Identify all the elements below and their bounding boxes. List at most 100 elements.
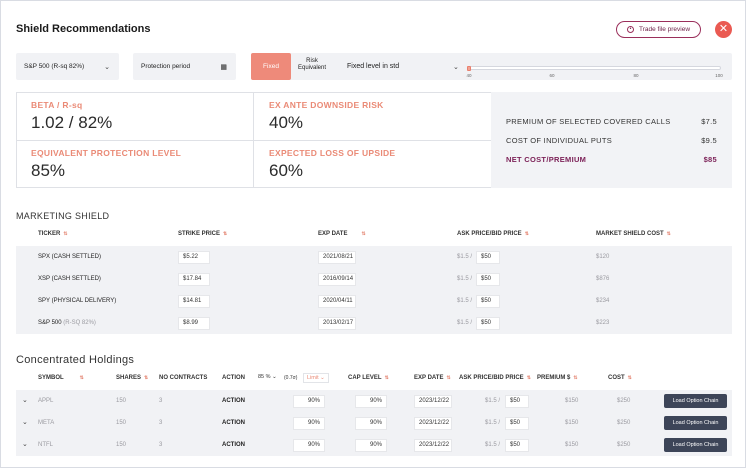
- cap-level-input[interactable]: 90%: [355, 439, 387, 452]
- chevron-down-icon[interactable]: ⌄: [453, 63, 459, 71]
- ticker-cell: XSP (CASH SETTLED): [38, 276, 101, 282]
- beta-label: BETA / R-sq: [31, 100, 83, 110]
- column-header[interactable]: PREMIUM $ ⇅: [537, 375, 578, 381]
- sort-icon: ⇅: [223, 231, 228, 237]
- expand-chevron-icon[interactable]: ⌄: [22, 440, 28, 448]
- shield-recommendations-panel: Shield Recommendations • Trade file prev…: [0, 0, 746, 468]
- strike-input[interactable]: $14.81: [178, 295, 210, 308]
- cost-cell: $250: [617, 420, 631, 426]
- index-select[interactable]: S&P 500 (R-sq 82%) ⌄: [16, 53, 119, 80]
- bid-input[interactable]: $50: [476, 251, 500, 264]
- exp-date-input[interactable]: 2020/04/11: [318, 295, 356, 308]
- ticker-cell: S&P 500 (R-SQ 82%): [38, 320, 96, 326]
- action-cell: ACTION: [222, 442, 245, 448]
- trade-file-preview-button[interactable]: • Trade file preview: [616, 21, 701, 38]
- bid-input[interactable]: $50: [476, 273, 500, 286]
- slider-tick: 100: [715, 73, 723, 78]
- column-header[interactable]: CAP LEVEL ⇅: [348, 375, 389, 381]
- column-header[interactable]: STRIKE PRICE ⇅: [178, 231, 227, 237]
- shield-cost: $876: [596, 276, 610, 282]
- sort-icon: ⇅: [446, 375, 451, 381]
- column-header[interactable]: EXP DATE ⇅: [318, 231, 366, 237]
- column-header: ACTION: [222, 375, 245, 381]
- action-cell: ACTION: [222, 398, 245, 404]
- ask-price: $1.5 /: [457, 254, 473, 260]
- downside-risk-value: 40%: [269, 113, 304, 132]
- ask-price: $1.5 /: [485, 420, 501, 426]
- ask-price: $1.5 /: [457, 298, 473, 304]
- column-header[interactable]: SYMBOL ⇅: [38, 375, 84, 381]
- protection-period-label: Protection period: [141, 63, 191, 70]
- column-header[interactable]: EXP DATE ⇅: [414, 375, 451, 381]
- bid-input[interactable]: $50: [505, 417, 529, 430]
- expand-chevron-icon[interactable]: ⌄: [22, 396, 28, 404]
- column-header[interactable]: TICKER ⇅: [38, 231, 68, 237]
- sort-icon: ⇅: [573, 375, 578, 381]
- sort-icon: ⇅: [627, 375, 632, 381]
- action-percent-input[interactable]: 90%: [293, 417, 325, 430]
- exp-date-input[interactable]: 2023/12/22: [414, 395, 452, 408]
- bid-input[interactable]: $50: [476, 317, 500, 330]
- bid-input[interactable]: $50: [505, 395, 529, 408]
- slider-tick: 60: [549, 73, 555, 78]
- sort-icon: ⇅: [63, 231, 68, 237]
- trade-file-preview-label: Trade file preview: [638, 26, 691, 33]
- cap-level-input[interactable]: 90%: [355, 417, 387, 430]
- sort-icon: ⇅: [361, 231, 366, 237]
- downside-risk-label: EX ANTE DOWNSIDE RISK: [269, 100, 384, 110]
- protection-period-input[interactable]: Protection period ▦: [133, 53, 236, 80]
- sort-icon: ⇅: [526, 375, 531, 381]
- premium-cell: $150: [565, 420, 579, 426]
- exp-date-input[interactable]: 2023/12/22: [414, 417, 452, 430]
- bid-input[interactable]: $50: [476, 295, 500, 308]
- action-percent-select[interactable]: 85 % ⌄: [258, 374, 277, 380]
- column-header[interactable]: ASK PRICE/BID PRICE ⇅: [459, 375, 531, 381]
- risk-select-value[interactable]: Fixed level in std: [347, 63, 399, 70]
- exp-date-input[interactable]: 2023/12/22: [414, 439, 452, 452]
- action-cell: ACTION: [222, 420, 245, 426]
- net-cost-row: NET COST/PREMIUM $85: [506, 155, 717, 164]
- load-option-chain-button[interactable]: Load Option Chain: [664, 416, 727, 430]
- loss-upside-value: 60%: [269, 161, 304, 180]
- column-header: NO CONTRACTS: [159, 375, 208, 381]
- ask-price: $1.5 /: [457, 320, 473, 326]
- limit-select[interactable]: Limit ⌄: [303, 373, 329, 383]
- close-button[interactable]: ✕: [715, 21, 732, 38]
- column-header[interactable]: SHARES ⇅: [116, 375, 148, 381]
- load-option-chain-button[interactable]: Load Option Chain: [664, 394, 727, 408]
- exp-date-input[interactable]: 2013/02/17: [318, 317, 356, 330]
- risk-slider[interactable]: [467, 66, 721, 71]
- fixed-toggle-button[interactable]: Fixed: [251, 53, 291, 80]
- action-percent-input[interactable]: 90%: [293, 395, 325, 408]
- index-select-value: S&P 500 (R-sq 82%): [24, 63, 85, 70]
- ticker-cell: SPY (PHYSICAL DELIVERY): [38, 298, 117, 304]
- strike-input[interactable]: $8.99: [178, 317, 210, 330]
- exp-date-input[interactable]: 2021/08/21: [318, 251, 356, 264]
- shield-cost: $120: [596, 254, 610, 260]
- risk-slider-ticks: 40 60 80 100: [466, 73, 724, 79]
- ask-price: $1.5 /: [457, 276, 473, 282]
- risk-slider-thumb[interactable]: [467, 66, 471, 71]
- contracts-cell: 3: [159, 420, 163, 426]
- load-option-chain-button[interactable]: Load Option Chain: [664, 438, 727, 452]
- contracts-cell: 3: [159, 398, 163, 404]
- bid-input[interactable]: $50: [505, 439, 529, 452]
- exp-date-input[interactable]: 2016/09/14: [318, 273, 356, 286]
- cost-cell: $250: [617, 442, 631, 448]
- action-percent-input[interactable]: 90%: [293, 439, 325, 452]
- risk-control-bar: Fixed Risk Equivalent Fixed level in std…: [251, 53, 732, 80]
- cost-row: COST OF INDIVIDUAL PUTS $9.5: [506, 136, 717, 145]
- shares-cell: 150: [116, 398, 127, 404]
- risk-equivalent-toggle[interactable]: Risk Equivalent: [294, 58, 330, 72]
- expand-chevron-icon[interactable]: ⌄: [22, 418, 28, 426]
- column-header[interactable]: ASK PRICE/BID PRICE ⇅: [457, 231, 529, 237]
- strike-input[interactable]: $5.22: [178, 251, 210, 264]
- cap-level-input[interactable]: 90%: [355, 395, 387, 408]
- marketing-table-body: [16, 246, 732, 334]
- beta-value: 1.02 / 82%: [31, 113, 113, 132]
- ask-price: $1.5 /: [485, 398, 501, 404]
- column-header[interactable]: MARKET SHIELD COST ⇅: [596, 231, 671, 237]
- strike-input[interactable]: $17.84: [178, 273, 210, 286]
- column-header[interactable]: COST ⇅: [608, 375, 632, 381]
- action-sigma: (0.7σ): [284, 375, 298, 381]
